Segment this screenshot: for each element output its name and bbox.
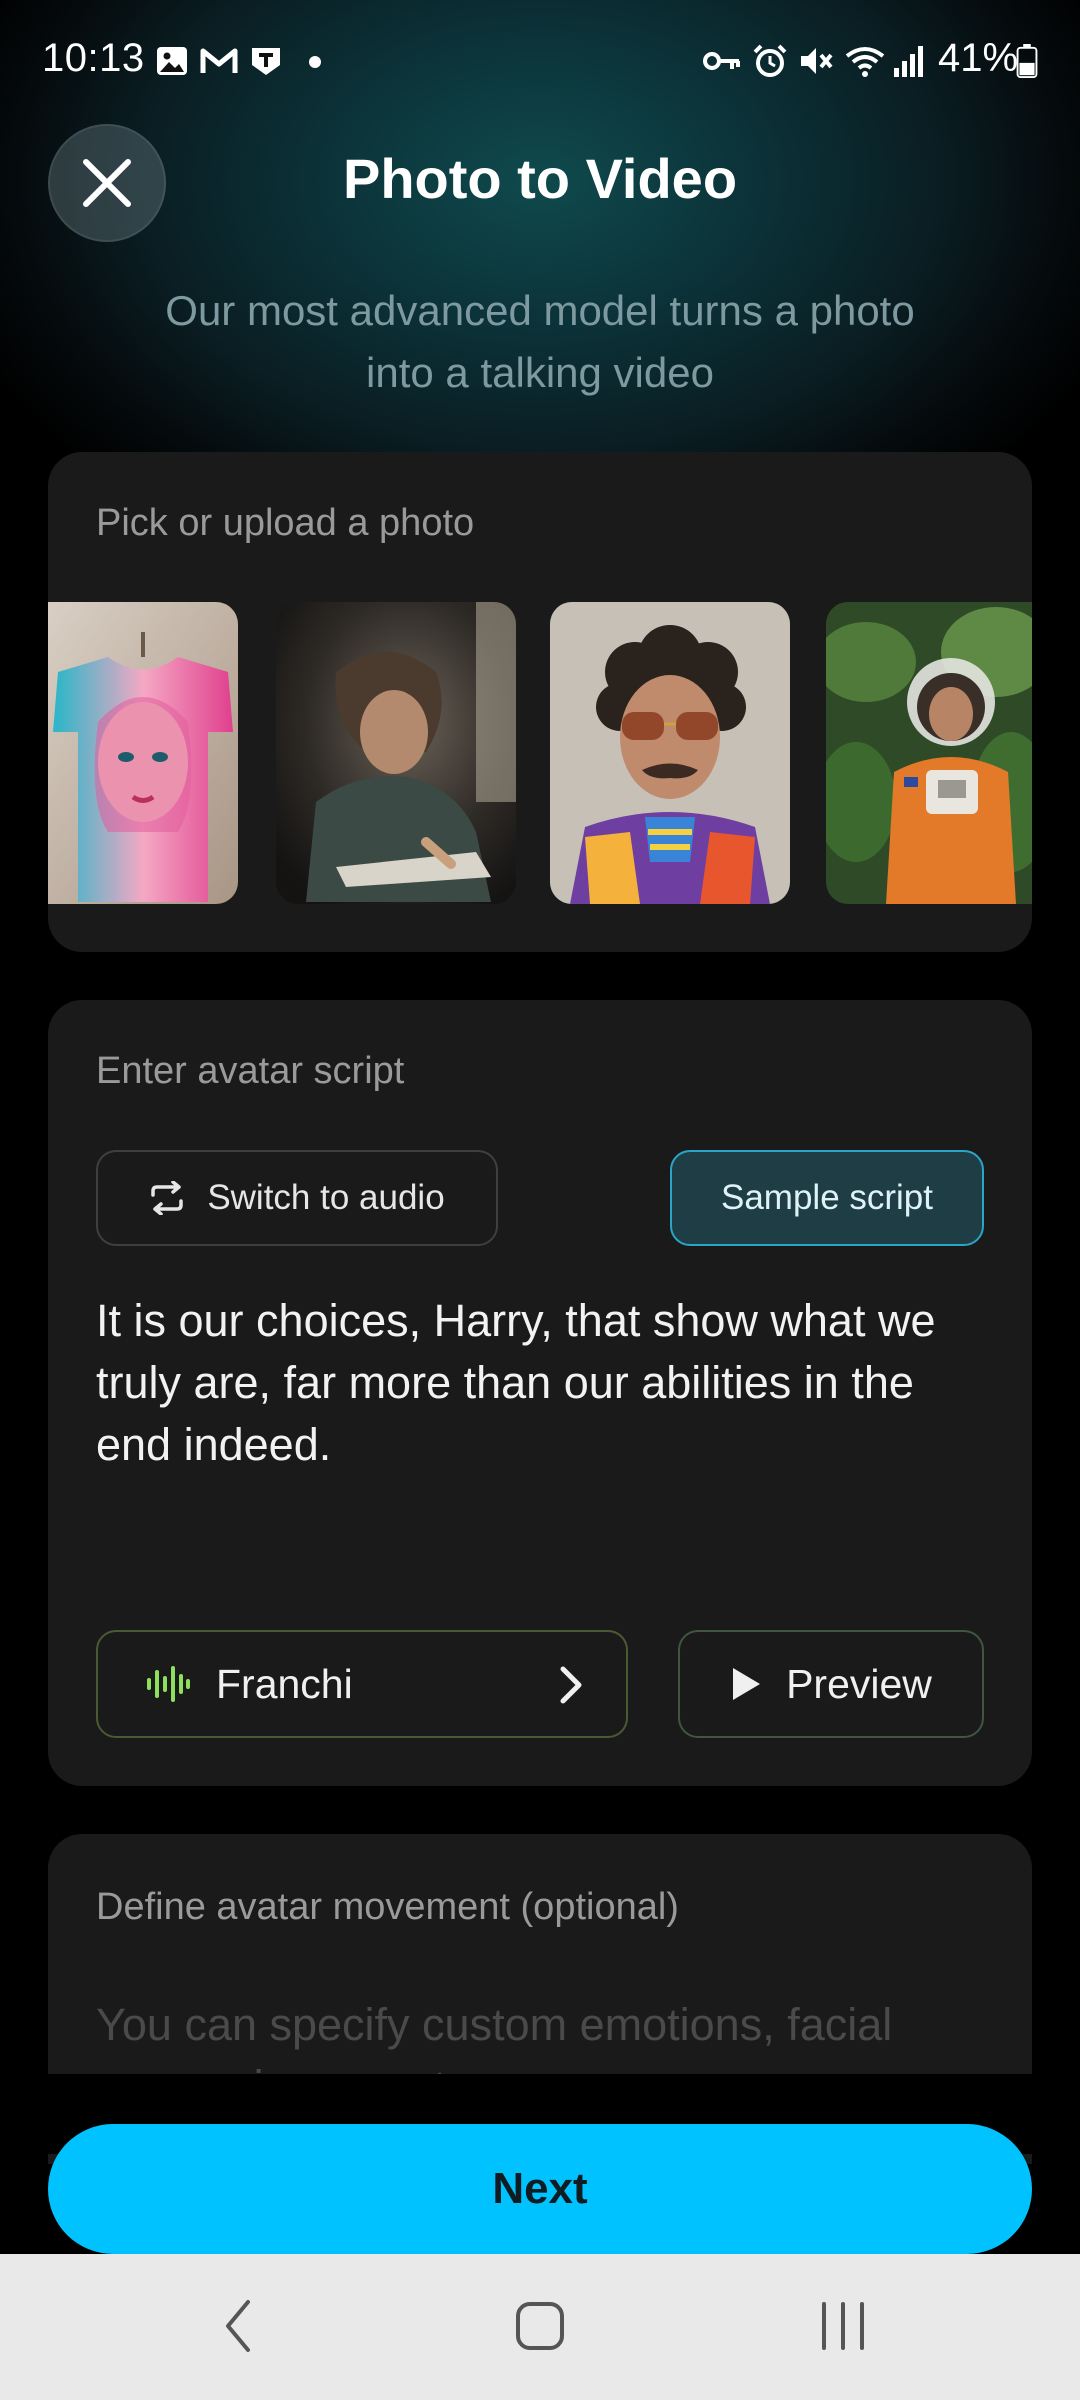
gmail-icon [200,48,238,73]
battery-icon [1016,44,1038,78]
painted-face-tshirt-photo [48,602,238,904]
man-writing-photo [276,602,516,904]
photo-option-2[interactable] [276,602,516,904]
back-icon[interactable] [222,2296,254,2356]
gallery-icon [157,47,187,75]
page-title: Photo to Video [342,147,738,210]
sample-script-label: Sample script [720,1178,934,1217]
play-icon [733,1668,761,1700]
photo-picker-card: Pick or upload a photo [48,452,1032,952]
next-button[interactable]: Next [48,2124,1032,2254]
avatar-script-card: Enter avatar script Switch to audio Samp… [48,1000,1032,1786]
curly-hair-sunglasses-man-photo [550,602,790,904]
app-notification-icon [252,48,280,75]
movement-section-label: Define avatar movement (optional) [96,1886,679,1928]
vpn-key-icon [703,52,740,70]
script-section-label: Enter avatar script [96,1050,405,1092]
preview-label: Preview [786,1660,932,1707]
home-icon[interactable] [514,2296,566,2356]
sample-script-button[interactable]: Sample script [670,1150,984,1246]
status-time: 10:13 [42,36,145,80]
page-subtitle: Our most advanced model turns a photo in… [165,287,915,396]
battery-percentage: 41% [938,36,1019,80]
switch-to-audio-label: Switch to audio [207,1178,445,1217]
recent-apps-icon[interactable] [818,2296,868,2356]
chevron-right-icon [560,1666,582,1704]
photo-carousel[interactable] [48,602,1032,908]
wifi-icon [845,47,885,77]
photo-option-4[interactable] [826,602,1032,904]
system-navigation-bar [0,2254,1080,2400]
voice-selector-button[interactable]: Franchi [96,1630,628,1738]
voice-name: Franchi [216,1660,353,1707]
script-text-input[interactable]: It is our choices, Harry, that show what… [96,1290,996,1476]
photo-option-3[interactable] [550,602,790,904]
astronaut-jungle-photo [826,602,1032,904]
signal-icon [894,46,923,77]
status-bar: 10:13 41% [0,0,1080,120]
swap-arrows-icon [151,1181,184,1215]
alarm-icon [753,44,787,77]
mute-icon [801,48,833,74]
photo-option-1[interactable] [48,602,238,904]
preview-button[interactable]: Preview [678,1630,984,1738]
photo-picker-label: Pick or upload a photo [96,502,475,544]
switch-to-audio-button[interactable]: Switch to audio [96,1150,498,1246]
audio-waveform-icon [147,1666,190,1702]
dot-icon [309,56,321,68]
